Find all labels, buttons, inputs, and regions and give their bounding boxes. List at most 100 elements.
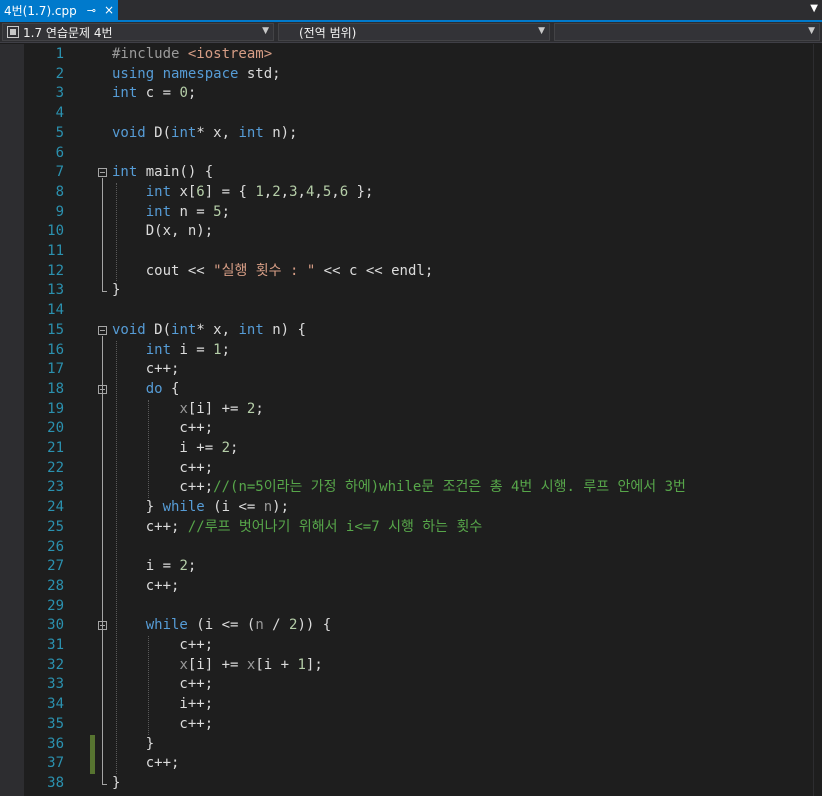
code-token: int	[112, 164, 146, 181]
line-number: 29	[47, 597, 64, 614]
code-line[interactable]: 13}	[24, 281, 813, 301]
code-line[interactable]: 1 #include <iostream>	[24, 45, 813, 65]
code-line[interactable]: 35 c++;	[24, 715, 813, 735]
code-token: int	[145, 183, 180, 200]
code-line[interactable]: 11	[24, 242, 813, 262]
code-line[interactable]: 12 cout << "실행 횟수 : " << c << endl;	[24, 262, 813, 282]
line-number: 35	[47, 715, 64, 732]
code-line[interactable]: 22 c++;	[24, 459, 813, 479]
code-text: #include <iostream>	[112, 45, 272, 65]
code-text: int main() {	[112, 163, 213, 183]
code-token: c++;	[112, 755, 180, 772]
code-token: };	[348, 183, 374, 200]
code-token: * x,	[196, 124, 239, 141]
code-line[interactable]: 31 c++;	[24, 636, 813, 656]
code-token: 1	[213, 341, 222, 358]
code-token: int	[145, 341, 180, 358]
code-line[interactable]: 29	[24, 597, 813, 617]
code-line[interactable]: 33 c++;	[24, 675, 813, 695]
code-line[interactable]: 34 i++;	[24, 695, 813, 715]
collapse-icon[interactable]	[98, 168, 107, 178]
code-line[interactable]: 28 c++;	[24, 577, 813, 597]
code-token: D(x, n);	[112, 223, 214, 240]
code-line[interactable]: 23 c++;//(n=5이라는 가정 하에)while문 조건은 총 4번 시…	[24, 478, 813, 498]
member-selector[interactable]: ▼	[554, 23, 820, 41]
code-line[interactable]: 18 do {	[24, 380, 813, 400]
line-number: 4	[55, 105, 64, 122]
code-token: 5	[322, 183, 332, 200]
line-number: 31	[47, 637, 64, 653]
code-line[interactable]: 5 void D(int* x, int n);	[24, 124, 813, 144]
code-text: while (i <= (n / 2)) {	[112, 616, 331, 636]
code-line[interactable]: 20 c++;	[24, 419, 813, 439]
code-editor[interactable]: 1 #include <iostream> 2 using namespace std…	[0, 44, 822, 796]
code-token: [i] +=	[187, 400, 247, 417]
code-line[interactable]: 26	[24, 538, 813, 558]
code-token: ,	[331, 183, 340, 200]
code-token: )) {	[297, 617, 332, 634]
close-icon[interactable]: ×	[104, 3, 114, 17]
code-text: c++;	[112, 754, 180, 774]
code-token: 3	[289, 183, 298, 200]
code-line[interactable]: 37 c++;	[24, 754, 813, 774]
line-number: 27	[47, 558, 64, 575]
line-number: 23	[47, 479, 64, 496]
line-number: 33	[47, 676, 64, 693]
code-text: void D(int* x, int n) {	[112, 321, 306, 341]
code-line[interactable]: 9 int n = 5;	[24, 203, 813, 223]
code-line[interactable]: 16 int i = 1;	[24, 341, 813, 361]
scope-selector[interactable]: (전역 범위) ▼	[278, 23, 550, 41]
code-line[interactable]: 3 int c = 0;	[24, 84, 813, 104]
code-text: cout << "실행 횟수 : " << c << endl;	[112, 262, 434, 282]
code-token: D(	[154, 124, 172, 141]
code-token: c++;	[112, 459, 214, 476]
code-text: }	[112, 281, 120, 301]
code-line[interactable]: 38}	[24, 774, 813, 794]
line-number: 8	[55, 183, 64, 200]
project-selector[interactable]: 1.7 연습문제 4번 ▼	[2, 23, 274, 41]
code-line[interactable]: 36 }	[24, 734, 813, 755]
code-line[interactable]: 25 c++; //루프 벗어나기 위해서 i<=7 시행 하는 횟수	[24, 518, 813, 538]
code-line[interactable]: 17 c++;	[24, 360, 813, 380]
code-line[interactable]: 32 x[i] += x[i + 1];	[24, 656, 813, 676]
fold-region-main	[102, 178, 103, 292]
code-line[interactable]: 8 int x[6] = { 1,2,3,4,5,6 };	[24, 183, 813, 203]
code-token: 0	[179, 85, 188, 102]
code-line[interactable]: 6	[24, 144, 813, 164]
code-line[interactable]: 7 int main() {	[24, 163, 813, 183]
vertical-scrollbar[interactable]	[813, 44, 822, 796]
tab-active-file[interactable]: 4번(1.7).cpp ⊸ ×	[0, 0, 118, 20]
code-line[interactable]: 2 using namespace std;	[24, 65, 813, 85]
code-token: [i +	[255, 656, 298, 673]
chevron-down-icon: ▼	[538, 26, 545, 36]
indent-guide	[148, 636, 149, 735]
fold-region-main-end	[102, 291, 107, 293]
code-line[interactable]: 15 void D(int* x, int n) {	[24, 321, 813, 341]
line-number: 1	[55, 46, 64, 62]
code-text: x[i] += x[i + 1];	[112, 656, 322, 676]
code-line[interactable]: 21 i += 2;	[24, 439, 813, 459]
code-line[interactable]: 27 i = 2;	[24, 557, 813, 577]
code-token: 1	[255, 183, 264, 200]
line-number: 18	[47, 380, 64, 397]
code-line[interactable]: 24 } while (i <= n);	[24, 498, 813, 518]
code-token: << c << endl;	[315, 262, 434, 279]
code-token: i =	[112, 558, 180, 575]
code-line[interactable]: 14	[24, 301, 813, 321]
code-line[interactable]: 10 D(x, n);	[24, 222, 813, 242]
line-number: 14	[47, 302, 64, 319]
pin-icon[interactable]: ⊸	[87, 4, 96, 17]
code-line[interactable]: 19 x[i] += 2;	[24, 400, 813, 420]
code-text: c++;	[112, 675, 213, 695]
project-name: 1.7 연습문제 4번	[23, 25, 113, 40]
collapse-icon[interactable]	[98, 325, 107, 335]
code-token: 1	[297, 656, 306, 673]
change-marker	[90, 754, 95, 774]
document-tab-bar: 4번(1.7).cpp ⊸ × ▼	[0, 0, 822, 22]
code-line[interactable]: 30 while (i <= (n / 2)) {	[24, 616, 813, 636]
code-line[interactable]: 4	[24, 104, 813, 124]
tab-list-dropdown-icon[interactable]: ▼	[810, 3, 818, 14]
